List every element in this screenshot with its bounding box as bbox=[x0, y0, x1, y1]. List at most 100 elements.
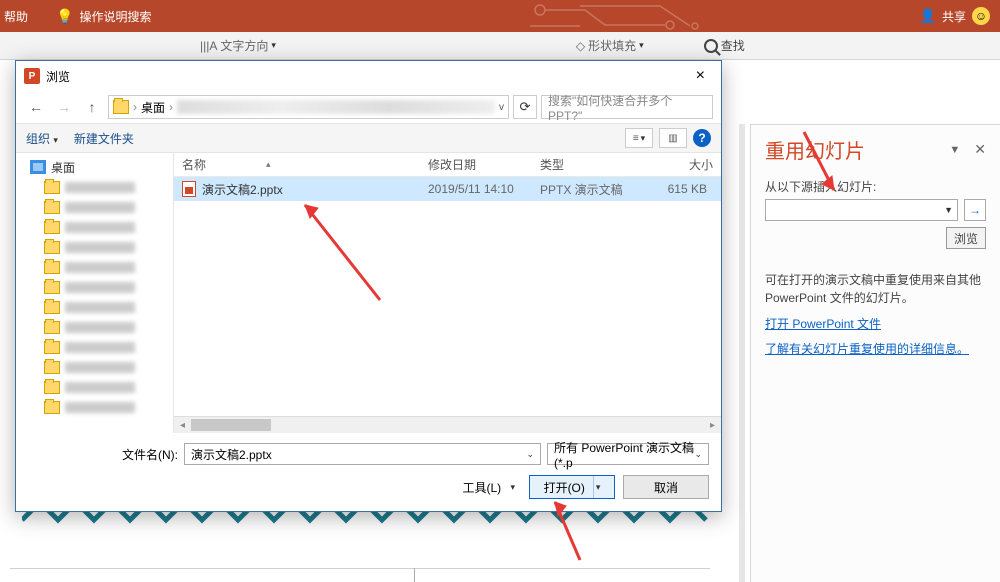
tree-item-redacted[interactable] bbox=[65, 202, 135, 213]
help-button[interactable]: ? bbox=[693, 129, 711, 147]
desktop-icon bbox=[30, 160, 46, 174]
dialog-search-input[interactable]: 搜索"如何快速合并多个PPT?" bbox=[541, 95, 713, 119]
powerpoint-ribbon: |||A文字方向▾ ◇形状填充▾ 查找 bbox=[0, 32, 1000, 60]
search-icon bbox=[704, 39, 718, 53]
pane-title: 重用幻灯片 bbox=[765, 135, 865, 164]
dialog-footer: 文件名(N): 演示文稿2.pptx ⌄ 所有 PowerPoint 演示文稿 … bbox=[16, 433, 721, 511]
filename-input[interactable]: 演示文稿2.pptx ⌄ bbox=[184, 443, 541, 465]
tree-item-redacted[interactable] bbox=[65, 222, 135, 233]
file-size: 615 KB bbox=[642, 182, 721, 196]
search-placeholder: 搜索"如何快速合并多个PPT?" bbox=[548, 92, 706, 123]
open-powerpoint-link[interactable]: 打开 PowerPoint 文件 bbox=[765, 315, 986, 332]
feedback-smile-icon[interactable]: ☺ bbox=[972, 7, 990, 25]
scroll-left-icon[interactable]: ◂ bbox=[174, 417, 191, 433]
filename-label: 文件名(N): bbox=[28, 446, 178, 463]
folder-icon bbox=[44, 401, 60, 414]
folder-icon bbox=[44, 201, 60, 214]
pptx-file-icon bbox=[182, 181, 196, 197]
folder-icon bbox=[44, 301, 60, 314]
col-type[interactable]: 类型 bbox=[532, 156, 642, 173]
tree-item-redacted[interactable] bbox=[65, 322, 135, 333]
shape-fill-dropdown[interactable]: ◇形状填充▾ bbox=[576, 37, 644, 54]
file-date: 2019/5/11 14:10 bbox=[420, 182, 532, 196]
share-button[interactable]: 共享 bbox=[942, 8, 966, 25]
tell-me-search[interactable]: 操作说明搜索 bbox=[79, 8, 151, 25]
powerpoint-titlebar: 帮助 💡 操作说明搜索 👤 共享 ☺ bbox=[0, 0, 1000, 32]
decorative-circuit bbox=[520, 0, 780, 32]
folder-icon bbox=[44, 221, 60, 234]
file-name: 演示文稿2.pptx bbox=[202, 181, 283, 198]
go-button[interactable]: → bbox=[964, 199, 986, 221]
find-button[interactable]: 查找 bbox=[704, 37, 745, 54]
tree-item-redacted[interactable] bbox=[65, 262, 135, 273]
tree-item-redacted[interactable] bbox=[65, 382, 135, 393]
pane-close-button[interactable]: ✕ bbox=[974, 141, 986, 158]
source-input[interactable]: ▼ bbox=[765, 199, 958, 221]
crumb-desktop[interactable]: 桌面 bbox=[141, 99, 165, 116]
organize-dropdown[interactable]: 组织 ▾ bbox=[26, 130, 58, 147]
bulb-icon: 💡 bbox=[56, 8, 73, 25]
folder-icon bbox=[44, 321, 60, 334]
file-filter-dropdown[interactable]: 所有 PowerPoint 演示文稿 (*.p ⌄ bbox=[547, 443, 709, 465]
col-date[interactable]: 修改日期 bbox=[420, 156, 532, 173]
folder-icon bbox=[44, 341, 60, 354]
pane-menu-dropdown[interactable]: ▼ bbox=[949, 144, 960, 156]
dialog-toolbar: 组织 ▾ 新建文件夹 ≡ ▾ ▥ ? bbox=[16, 123, 721, 153]
nav-back[interactable]: ← bbox=[24, 99, 48, 115]
refresh-button[interactable]: ⟳ bbox=[513, 95, 537, 119]
chevron-down-icon: ⌄ bbox=[694, 449, 702, 460]
tree-item-redacted[interactable] bbox=[65, 302, 135, 313]
crumb-redacted bbox=[177, 100, 495, 114]
file-list: 名称▴ 修改日期 类型 大小 演示文稿2.pptx 2019/5/11 14:1… bbox=[174, 153, 721, 433]
tree-item-redacted[interactable] bbox=[65, 342, 135, 353]
tree-item-redacted[interactable] bbox=[65, 182, 135, 193]
breadcrumb[interactable]: › 桌面 › v bbox=[108, 95, 509, 119]
folder-icon bbox=[44, 381, 60, 394]
dialog-title: 浏览 bbox=[46, 68, 70, 85]
folder-icon bbox=[44, 241, 60, 254]
scroll-right-icon[interactable]: ▸ bbox=[704, 417, 721, 433]
cancel-button[interactable]: 取消 bbox=[623, 475, 709, 499]
folder-icon bbox=[44, 281, 60, 294]
insert-from-label: 从以下源插入幻灯片: bbox=[765, 178, 986, 195]
filename-value: 演示文稿2.pptx bbox=[191, 446, 272, 463]
divider bbox=[10, 568, 710, 569]
col-size[interactable]: 大小 bbox=[642, 156, 721, 173]
file-list-header[interactable]: 名称▴ 修改日期 类型 大小 bbox=[174, 153, 721, 177]
filter-value: 所有 PowerPoint 演示文稿 (*.p bbox=[554, 439, 694, 470]
scroll-thumb[interactable] bbox=[191, 419, 271, 431]
folder-icon bbox=[44, 361, 60, 374]
tree-item-redacted[interactable] bbox=[65, 402, 135, 413]
horizontal-scrollbar[interactable]: ◂ ▸ bbox=[174, 416, 721, 433]
reuse-slides-pane: 重用幻灯片 ▼ ✕ 从以下源插入幻灯片: ▼ → 浏览 可在打开的演示文稿中重复… bbox=[750, 124, 1000, 582]
open-button[interactable]: 打开(O)▾ bbox=[529, 475, 615, 499]
help-tab[interactable]: 帮助 bbox=[4, 8, 28, 25]
tree-desktop[interactable]: 桌面 bbox=[51, 159, 75, 176]
new-folder-button[interactable]: 新建文件夹 bbox=[74, 130, 134, 147]
preview-pane-toggle[interactable]: ▥ bbox=[659, 128, 687, 148]
col-name[interactable]: 名称 bbox=[182, 156, 206, 173]
learn-more-link[interactable]: 了解有关幻灯片重复使用的详细信息。 bbox=[765, 340, 986, 357]
tree-item-redacted[interactable] bbox=[65, 282, 135, 293]
nav-up[interactable]: ↑ bbox=[80, 99, 104, 115]
divider bbox=[414, 568, 415, 582]
file-row[interactable]: 演示文稿2.pptx 2019/5/11 14:10 PPTX 演示文稿 615… bbox=[174, 177, 721, 201]
folder-icon bbox=[113, 100, 129, 114]
tools-dropdown[interactable]: 工具(L) ▾ bbox=[462, 479, 515, 496]
tree-item-redacted[interactable] bbox=[65, 242, 135, 253]
chevron-down-icon: ▼ bbox=[944, 205, 953, 215]
browse-dialog: P 浏览 × ← → ↑ › 桌面 › v ⟳ 搜索"如何快速合并多个PPT?"… bbox=[15, 60, 722, 512]
folder-icon bbox=[44, 261, 60, 274]
browse-button[interactable]: 浏览 bbox=[946, 227, 986, 249]
pane-splitter[interactable] bbox=[739, 124, 745, 582]
chevron-down-icon[interactable]: ⌄ bbox=[526, 449, 534, 460]
text-direction-dropdown[interactable]: |||A文字方向▾ bbox=[200, 37, 276, 54]
view-mode-dropdown[interactable]: ≡ ▾ bbox=[625, 128, 653, 148]
file-type: PPTX 演示文稿 bbox=[532, 181, 642, 198]
tree-item-redacted[interactable] bbox=[65, 362, 135, 373]
folder-tree[interactable]: 桌面 bbox=[16, 153, 174, 433]
powerpoint-icon: P bbox=[24, 68, 40, 84]
close-button[interactable]: × bbox=[688, 65, 713, 87]
nav-forward[interactable]: → bbox=[52, 99, 76, 115]
dialog-titlebar: P 浏览 × bbox=[16, 61, 721, 91]
